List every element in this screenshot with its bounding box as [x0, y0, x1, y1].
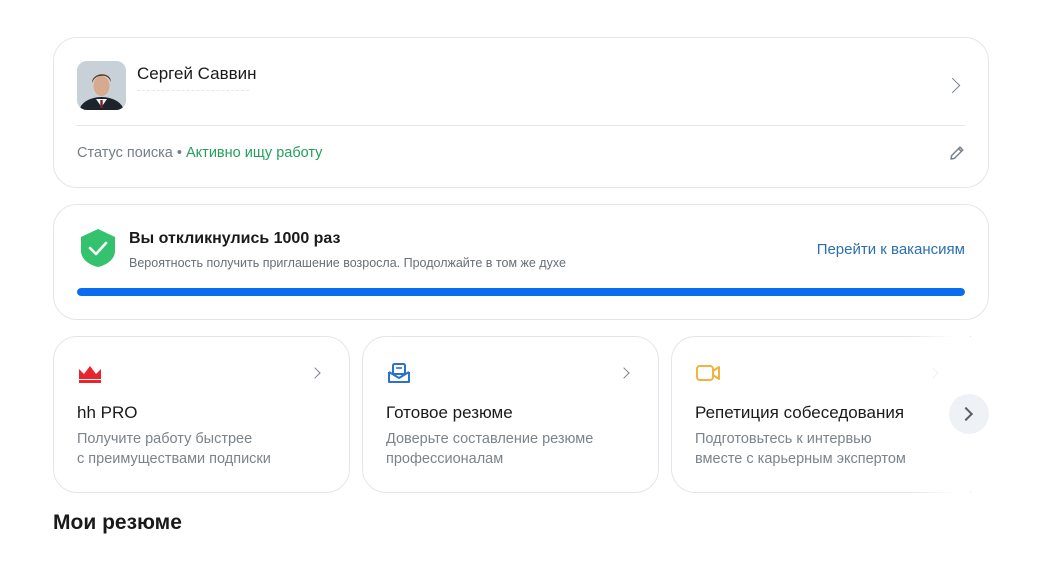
responses-progress-bar — [77, 288, 965, 296]
avatar[interactable] — [77, 61, 126, 110]
chevron-right-icon[interactable] — [618, 367, 630, 379]
shield-check-icon — [81, 229, 115, 267]
search-status-value: Активно ищу работу — [186, 145, 323, 161]
chevron-right-icon[interactable] — [309, 367, 321, 379]
profile-name[interactable]: Сергей Саввин — [137, 64, 257, 84]
go-to-vacancies-link[interactable]: Перейти к вакансиям — [817, 241, 965, 258]
service-card-ready-resume[interactable]: Готовое резюме Доверьте составление резю… — [362, 336, 659, 493]
pencil-icon[interactable] — [948, 144, 966, 162]
search-status-separator: • — [172, 145, 186, 161]
responses-subtitle: Вероятность получить приглашение возросл… — [129, 256, 566, 270]
service-description-line: Доверьте составление резюме — [386, 431, 594, 447]
service-card-hh-pro[interactable]: hh PRO Получите работу быстрее с преимущ… — [53, 336, 350, 493]
search-status: Статус поиска • Активно ищу работу — [77, 145, 322, 161]
profile-card[interactable]: Сергей Саввин Статус поиска • Активно ищ… — [53, 37, 989, 188]
video-camera-icon — [696, 365, 720, 381]
service-description-line: с преимуществами подписки — [77, 451, 271, 467]
service-title: Готовое резюме — [386, 403, 513, 422]
service-title: Репетиция собеседования — [695, 403, 905, 422]
responses-card: Вы откликнулись 1000 раз Вероятность пол… — [53, 204, 989, 320]
divider — [77, 125, 965, 126]
service-description: Получите работу быстрее с преимуществами… — [77, 429, 337, 469]
avatar-photo — [77, 61, 126, 110]
carousel-next-button[interactable] — [949, 394, 989, 434]
service-title: hh PRO — [77, 403, 138, 422]
crown-icon — [79, 366, 101, 383]
envelope-resume-icon — [388, 363, 410, 383]
responses-progress-fill — [77, 288, 965, 296]
service-description-line: Получите работу быстрее — [77, 431, 253, 447]
chevron-right-icon[interactable] — [944, 77, 961, 94]
chevron-right-icon — [958, 406, 974, 422]
my-resumes-heading: Мои резюме — [53, 511, 182, 534]
responses-title: Вы откликнулись 1000 раз — [129, 230, 341, 247]
service-description: Доверьте составление резюме профессионал… — [386, 429, 646, 469]
profile-subtitle-placeholder — [137, 90, 249, 94]
service-description-line: профессионалам — [386, 451, 504, 467]
search-status-label: Статус поиска — [77, 145, 173, 161]
